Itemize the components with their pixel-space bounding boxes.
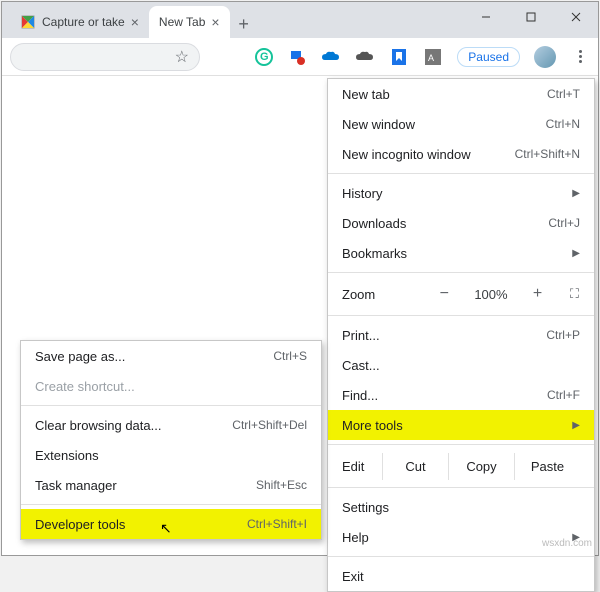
separator — [328, 487, 594, 488]
toolbar: ☆ G A Paused — [2, 38, 598, 76]
tab-title: Capture or take — [42, 15, 125, 29]
menu-edit-row: Edit Cut Copy Paste — [328, 449, 594, 483]
chevron-right-icon: ▶ — [572, 420, 580, 431]
new-tab-button[interactable]: + — [230, 10, 258, 38]
menu-new-tab[interactable]: New tab Ctrl+T — [328, 79, 594, 109]
menu-label: Save page as... — [35, 349, 125, 364]
bookmark-star-icon[interactable]: ☆ — [175, 47, 189, 67]
separator — [328, 173, 594, 174]
watermark: wsxdn.com — [542, 538, 592, 549]
bookmark-ext-icon[interactable] — [389, 47, 409, 67]
omnibox[interactable]: ☆ — [10, 43, 200, 71]
avatar[interactable] — [534, 46, 556, 68]
menu-label: Print... — [342, 328, 380, 343]
menu-label: Extensions — [35, 448, 99, 463]
menu-new-window[interactable]: New window Ctrl+N — [328, 109, 594, 139]
minimize-button[interactable] — [463, 2, 508, 32]
submenu-developer-tools[interactable]: Developer tools Ctrl+Shift+I — [21, 509, 321, 539]
separator — [328, 444, 594, 445]
menu-zoom: Zoom − 100% + ⛶ — [328, 277, 594, 311]
grammarly-icon[interactable]: G — [255, 48, 273, 66]
menu-label: Clear browsing data... — [35, 418, 161, 433]
zoom-value: 100% — [474, 287, 507, 302]
extension-flag-icon[interactable] — [287, 47, 307, 67]
menu-label: Help — [342, 530, 369, 545]
shortcut: Ctrl+P — [546, 328, 580, 342]
tabstrip: Capture or take × New Tab × + — [2, 2, 598, 38]
menu-label: History — [342, 186, 382, 201]
menu-cast[interactable]: Cast... — [328, 350, 594, 380]
menu-kebab-icon[interactable] — [570, 50, 590, 63]
shortcut: Ctrl+N — [546, 117, 580, 131]
tab-favicon — [20, 14, 36, 30]
shortcut: Ctrl+S — [273, 349, 307, 363]
menu-print[interactable]: Print... Ctrl+P — [328, 320, 594, 350]
shortcut: Ctrl+J — [548, 216, 580, 230]
cut-button[interactable]: Cut — [382, 453, 448, 480]
menu-more-tools[interactable]: More tools ▶ — [328, 410, 594, 440]
pdf-icon[interactable]: A — [423, 47, 443, 67]
paste-button[interactable]: Paste — [514, 453, 580, 480]
zoom-in-button[interactable]: + — [526, 285, 550, 303]
svg-text:A: A — [428, 53, 434, 63]
onedrive-icon[interactable] — [321, 47, 341, 67]
menu-exit[interactable]: Exit — [328, 561, 594, 591]
menu-label: More tools — [342, 418, 403, 433]
close-window-button[interactable] — [553, 2, 598, 32]
separator — [328, 315, 594, 316]
chevron-right-icon: ▶ — [572, 188, 580, 199]
submenu-save-page[interactable]: Save page as... Ctrl+S — [21, 341, 321, 371]
menu-label: Settings — [342, 500, 389, 515]
menu-label: Downloads — [342, 216, 406, 231]
menu-find[interactable]: Find... Ctrl+F — [328, 380, 594, 410]
menu-label: Task manager — [35, 478, 117, 493]
menu-history[interactable]: History ▶ — [328, 178, 594, 208]
menu-label: New tab — [342, 87, 390, 102]
menu-label: Bookmarks — [342, 246, 407, 261]
maximize-button[interactable] — [508, 2, 553, 32]
more-tools-submenu: Save page as... Ctrl+S Create shortcut...… — [20, 340, 322, 540]
menu-label: Exit — [342, 569, 364, 584]
menu-label: Create shortcut... — [35, 379, 135, 394]
menu-label: Zoom — [342, 287, 412, 302]
menu-incognito[interactable]: New incognito window Ctrl+Shift+N — [328, 139, 594, 169]
main-menu: New tab Ctrl+T New window Ctrl+N New incog… — [327, 78, 595, 592]
zoom-out-button[interactable]: − — [432, 285, 456, 303]
shortcut: Shift+Esc — [256, 478, 307, 492]
shortcut: Ctrl+Shift+I — [247, 517, 307, 531]
menu-label: New window — [342, 117, 415, 132]
submenu-task-manager[interactable]: Task manager Shift+Esc — [21, 470, 321, 500]
menu-bookmarks[interactable]: Bookmarks ▶ — [328, 238, 594, 268]
shortcut: Ctrl+F — [547, 388, 580, 402]
copy-button[interactable]: Copy — [448, 453, 514, 480]
tab-inactive[interactable]: Capture or take × — [10, 6, 149, 38]
menu-label: New incognito window — [342, 147, 471, 162]
separator — [21, 504, 321, 505]
close-icon[interactable]: × — [131, 14, 139, 30]
window-controls — [463, 2, 598, 32]
separator — [21, 405, 321, 406]
menu-label: Developer tools — [35, 517, 125, 532]
menu-settings[interactable]: Settings — [328, 492, 594, 522]
menu-label: Cast... — [342, 358, 380, 373]
close-icon[interactable]: × — [211, 14, 219, 30]
menu-label: Find... — [342, 388, 378, 403]
tab-title: New Tab — [159, 15, 205, 29]
menu-downloads[interactable]: Downloads Ctrl+J — [328, 208, 594, 238]
shortcut: Ctrl+Shift+Del — [232, 418, 307, 432]
tab-active[interactable]: New Tab × — [149, 6, 230, 38]
cloud-icon[interactable] — [355, 47, 375, 67]
shortcut: Ctrl+T — [547, 87, 580, 101]
separator — [328, 272, 594, 273]
shortcut: Ctrl+Shift+N — [515, 147, 580, 161]
submenu-extensions[interactable]: Extensions — [21, 440, 321, 470]
fullscreen-icon[interactable]: ⛶ — [570, 286, 580, 302]
submenu-create-shortcut: Create shortcut... — [21, 371, 321, 401]
submenu-clear-data[interactable]: Clear browsing data... Ctrl+Shift+Del — [21, 410, 321, 440]
chevron-right-icon: ▶ — [572, 248, 580, 259]
profile-paused-pill[interactable]: Paused — [457, 47, 520, 67]
menu-label: Edit — [342, 459, 382, 474]
